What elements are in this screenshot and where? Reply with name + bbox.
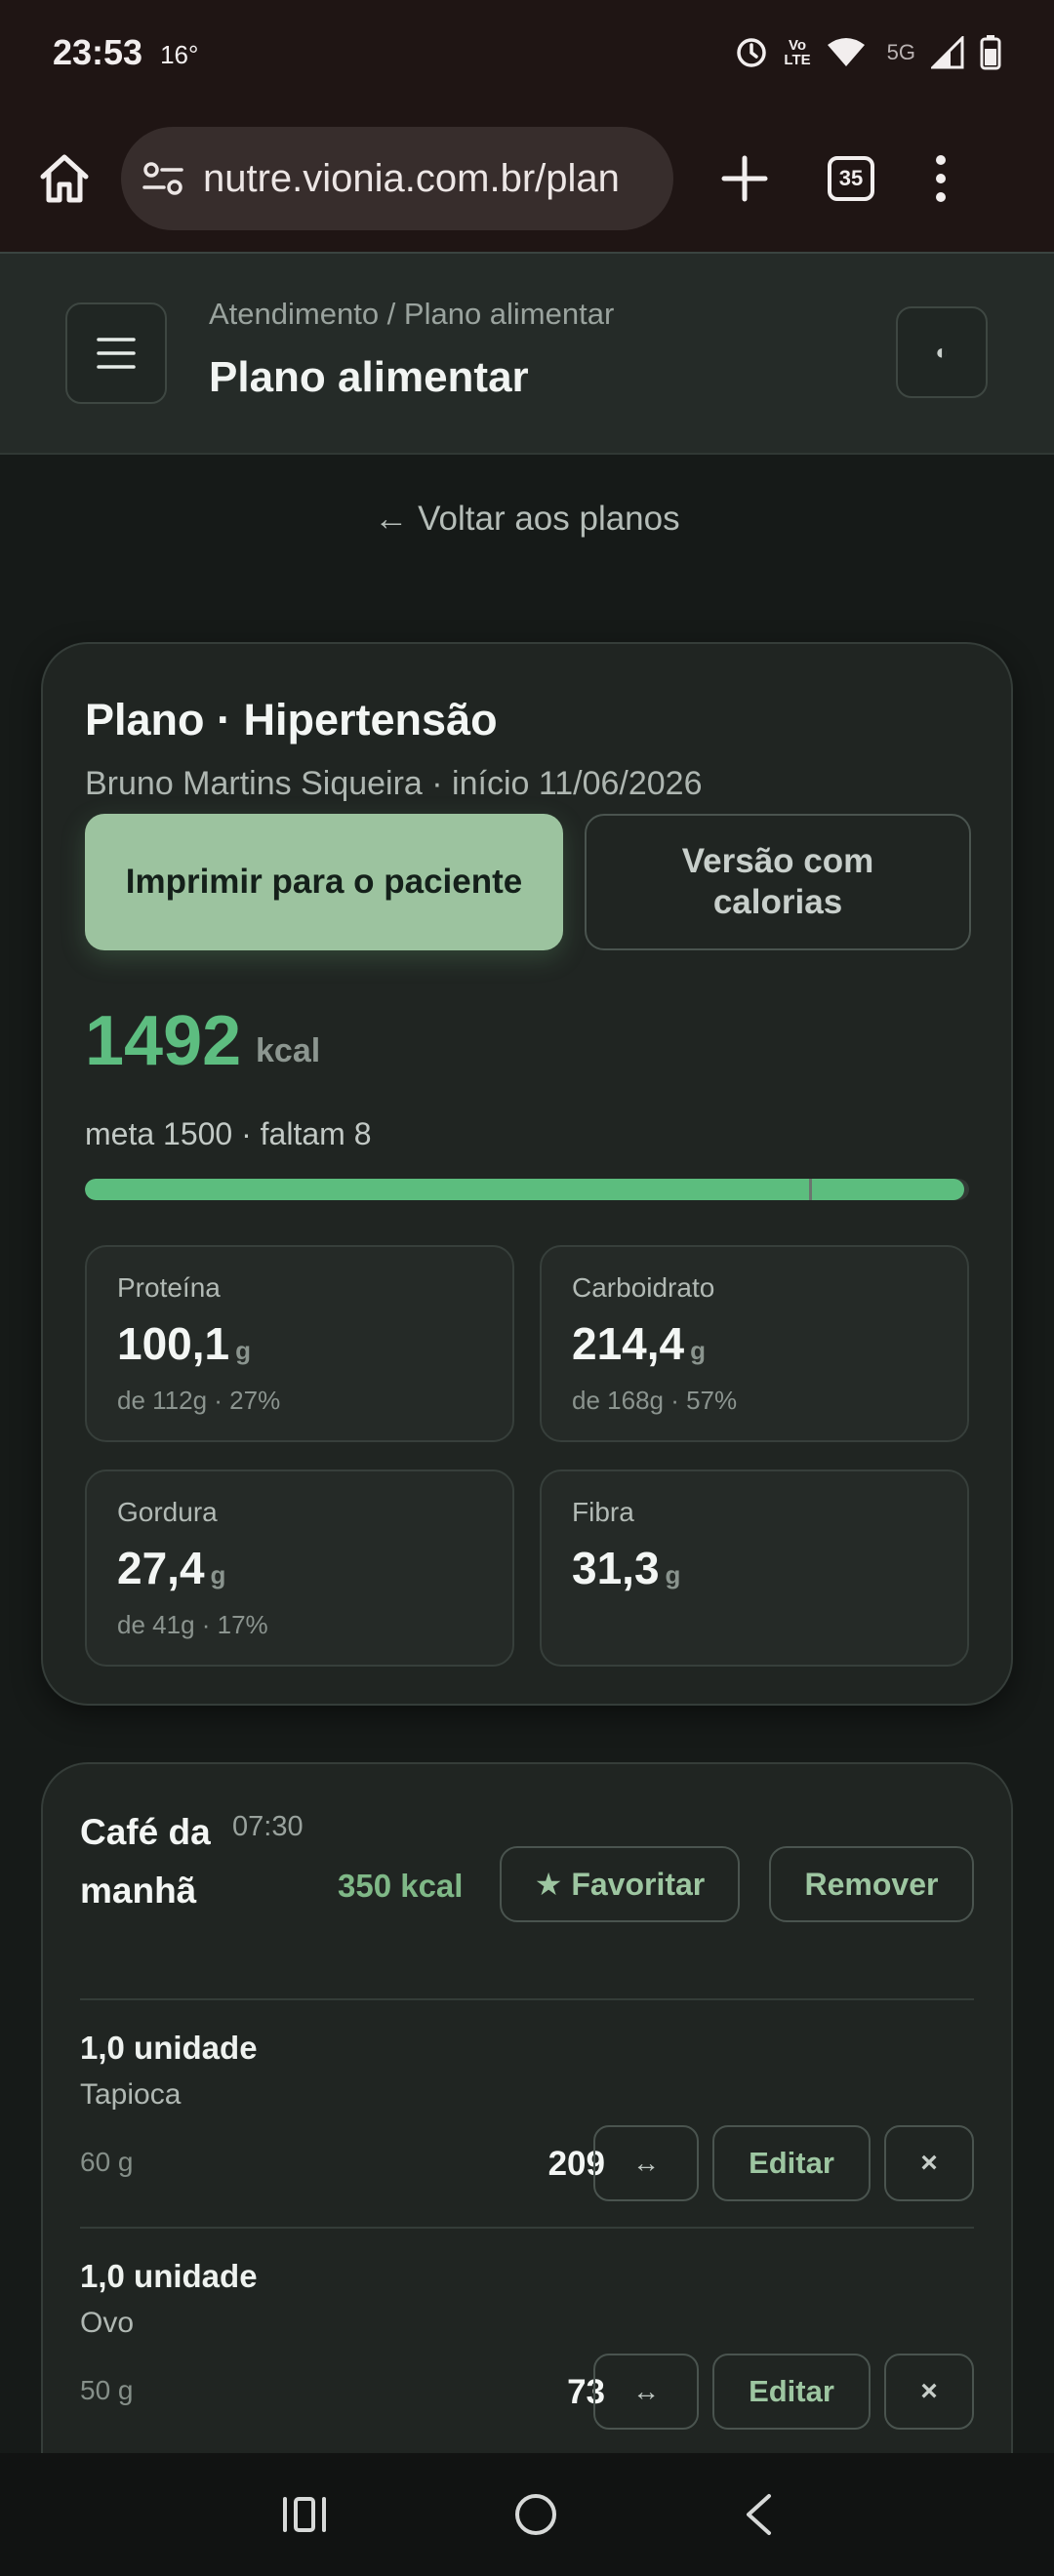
- site-settings-icon[interactable]: [142, 161, 183, 196]
- app-header: Atendimento / Plano alimentar Plano alim…: [0, 252, 1054, 455]
- food-item-kcal: 73: [567, 2373, 605, 2411]
- calorie-goal-text: meta 1500 · faltam 8: [85, 1116, 372, 1151]
- status-temperature: 16°: [160, 39, 199, 69]
- divider: [80, 1998, 974, 2000]
- hamburger-icon: [97, 338, 136, 369]
- new-tab-icon[interactable]: [720, 154, 769, 203]
- calorie-progress-fill: [85, 1179, 965, 1200]
- browser-toolbar: nutre.vionia.com.br/plan 35: [0, 105, 1054, 252]
- more-options-icon[interactable]: [931, 154, 951, 203]
- calorie-goal-marker: [809, 1179, 812, 1200]
- plan-title: Plano · Hipertensão: [85, 695, 498, 745]
- status-bar: 23:53 16° Vo LTE 5G: [0, 0, 1054, 105]
- menu-button[interactable]: [65, 302, 167, 404]
- calories-version-button[interactable]: Versão com calorias: [585, 814, 971, 950]
- recent-apps-icon[interactable]: [281, 2495, 328, 2534]
- macro-value: 214,4 g: [572, 1318, 707, 1369]
- theme-toggle-button[interactable]: ◐: [896, 306, 988, 398]
- macro-label: Carboidrato: [572, 1272, 715, 1303]
- food-item-quantity: 1,0 unidade: [80, 2258, 258, 2294]
- page-title: Plano alimentar: [209, 353, 529, 401]
- battery-icon: [980, 35, 1001, 70]
- macro-target: de 41g · 17%: [117, 1610, 268, 1639]
- meal-time: 07:30: [232, 1811, 304, 1842]
- macro-target: de 168g · 57%: [572, 1386, 738, 1415]
- swap-food-button[interactable]: ↔: [593, 2125, 699, 2201]
- macro-value: 100,1 g: [117, 1318, 252, 1369]
- divider: [80, 2227, 974, 2229]
- home-icon[interactable]: [37, 151, 92, 206]
- remove-meal-button[interactable]: Remover: [769, 1846, 974, 1922]
- swap-food-button[interactable]: ↔: [593, 2354, 699, 2430]
- macro-target: de 112g · 27%: [117, 1386, 281, 1415]
- macro-label: Gordura: [117, 1497, 218, 1527]
- status-time: 23:53: [53, 32, 143, 72]
- food-item-weight: 50 g: [80, 2375, 134, 2405]
- plan-summary-card: Plano · Hipertensão Bruno Martins Siquei…: [41, 642, 1013, 1706]
- favorite-meal-button[interactable]: ★ Favoritar: [500, 1846, 740, 1922]
- food-item-weight: 60 g: [80, 2147, 134, 2177]
- meal-name: Café da manhã: [80, 1812, 211, 1911]
- macro-label: Proteína: [117, 1272, 221, 1303]
- meal-kcal: 350 kcal: [338, 1868, 464, 1904]
- wifi-icon: [827, 38, 865, 66]
- status-icons: Vo LTE 5G: [735, 35, 1001, 70]
- breadcrumb[interactable]: Atendimento / Plano alimentar: [209, 297, 614, 332]
- address-bar[interactable]: nutre.vionia.com.br/plan: [121, 127, 673, 230]
- alarm-icon: [737, 38, 767, 67]
- plan-subtitle: Bruno Martins Siqueira · início 11/06/20…: [85, 765, 703, 802]
- edit-food-button[interactable]: Editar: [712, 2354, 871, 2430]
- calorie-progress-bar: [85, 1179, 969, 1200]
- signal-icon: [931, 36, 964, 69]
- food-item-quantity: 1,0 unidade: [80, 2030, 258, 2066]
- total-kcal-value: 1492: [85, 1002, 242, 1080]
- contrast-icon: ◐: [935, 340, 949, 364]
- macro-card-carbs: Carboidrato 214,4 g de 168g · 57%: [540, 1245, 969, 1442]
- food-item-name: Ovo: [80, 2307, 135, 2339]
- food-item-kcal: 209: [547, 2145, 605, 2183]
- delete-food-button[interactable]: ×: [884, 2354, 974, 2430]
- network-type: 5G: [886, 40, 915, 64]
- macro-card-fiber: Fibra 31,3 g: [540, 1469, 969, 1667]
- volte-icon: Vo LTE: [784, 37, 811, 68]
- macro-card-protein: Proteína 100,1 g de 112g · 27%: [85, 1245, 514, 1442]
- back-to-plans-link[interactable]: ← Voltar aos planos: [0, 500, 1054, 539]
- delete-food-button[interactable]: ×: [884, 2125, 974, 2201]
- macro-label: Fibra: [572, 1497, 634, 1527]
- tab-switcher-button[interactable]: 35: [828, 156, 874, 201]
- food-item-name: Tapioca: [80, 2078, 182, 2111]
- total-kcal-unit: kcal: [256, 1032, 321, 1069]
- back-nav-icon[interactable]: [744, 2493, 773, 2536]
- system-navigation-bar: [0, 2453, 1054, 2576]
- edit-food-button[interactable]: Editar: [712, 2125, 871, 2201]
- macro-value: 31,3 g: [572, 1543, 681, 1593]
- macro-card-fat: Gordura 27,4 g de 41g · 17%: [85, 1469, 514, 1667]
- home-nav-icon[interactable]: [513, 2492, 558, 2537]
- macro-value: 27,4 g: [117, 1543, 226, 1593]
- print-for-patient-button[interactable]: Imprimir para o paciente: [85, 814, 563, 950]
- url-text: nutre.vionia.com.br/plan: [203, 156, 620, 200]
